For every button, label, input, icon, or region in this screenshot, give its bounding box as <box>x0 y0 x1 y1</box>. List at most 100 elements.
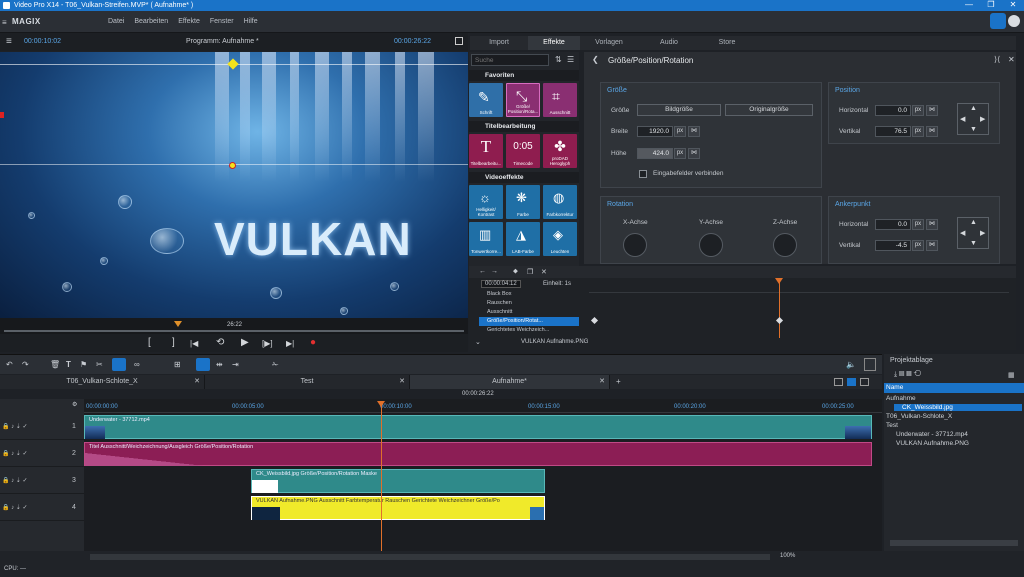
timeline-playhead[interactable] <box>381 404 382 551</box>
menu-bearbeiten[interactable]: Bearbeiten <box>134 18 168 25</box>
timeline-mode-icon[interactable] <box>847 378 856 386</box>
delete-icon[interactable]: 🗑 <box>50 360 60 369</box>
effect-tile-farbkorrektur[interactable]: ◍ Farbkorrektur <box>543 185 577 219</box>
kf-row-groesse-position[interactable]: Größe/Position/Rotat... <box>479 317 579 326</box>
mark-in-button[interactable]: [ <box>148 337 151 348</box>
timeline-scrollbar[interactable] <box>90 554 770 560</box>
pointer-tool-icon[interactable] <box>196 358 210 371</box>
effect-tile-timecode[interactable]: 0:05 Timecode <box>506 134 540 168</box>
menu-icon[interactable]: ≡ <box>2 18 7 27</box>
kf-row-weichzeichner[interactable]: Gerichtetes Weichzeich... <box>479 326 579 335</box>
anchor-v-field[interactable]: -4.5 <box>875 240 911 251</box>
close-tab-icon[interactable]: ✕ <box>194 375 200 389</box>
layout-icon[interactable] <box>834 378 843 386</box>
text-tool-icon[interactable]: T <box>66 360 71 369</box>
project-item-vulkan-png[interactable]: VULKAN Aufnahme.PNG <box>896 440 969 447</box>
handle-left[interactable] <box>0 112 4 118</box>
height-unit[interactable]: px <box>674 148 686 159</box>
anchor-arrows-icon[interactable]: ▲ ▼ ◀ ▶ <box>957 217 989 249</box>
effect-tile-titelbearbeitung[interactable]: T Titelbearbeitu... <box>469 134 503 168</box>
range-tool-icon[interactable]: ⇹ <box>216 360 223 369</box>
close-tab-icon[interactable]: ✕ <box>599 375 605 389</box>
hamburger-icon[interactable]: ≡ <box>6 36 12 47</box>
loop-button[interactable]: ⟲ <box>216 337 224 348</box>
anchor-v-unit[interactable]: px <box>912 240 924 251</box>
cut-icon[interactable]: ✂ <box>96 360 103 369</box>
project-item-test[interactable]: Test <box>886 422 898 429</box>
menu-fenster[interactable]: Fenster <box>210 18 234 25</box>
storyboard-icon[interactable] <box>860 378 869 386</box>
tab-aufnahme[interactable]: Aufnahme* ✕ <box>410 375 610 389</box>
tab-audio[interactable]: Audio <box>638 36 700 50</box>
filter-icon[interactable]: ⇅ <box>555 55 562 64</box>
snap-icon[interactable] <box>112 358 126 371</box>
anchor-h-field[interactable]: 0.0 <box>875 219 911 230</box>
effect-tile-lab-farbe[interactable]: ◮ LAB-Farbe <box>506 222 540 256</box>
settings-tool-button[interactable] <box>990 13 1006 29</box>
close-panel-icon[interactable]: ✕ <box>1008 55 1015 64</box>
keyframe-current[interactable] <box>775 316 784 325</box>
fullscreen-icon[interactable] <box>455 37 463 45</box>
track-options-icon[interactable]: ⚙ <box>72 401 77 408</box>
rotation-z-knob[interactable] <box>773 233 797 257</box>
prev-marker-button[interactable]: |◀ <box>190 339 198 348</box>
position-h-field[interactable]: 0.0 <box>875 105 911 116</box>
fill-size-button[interactable]: Bildgröße <box>637 104 721 116</box>
position-arrows-icon[interactable]: ▲ ▼ ◀ ▶ <box>957 103 989 135</box>
effect-tile-leuchten[interactable]: ◈ Leuchten <box>543 222 577 256</box>
tab-vorlagen[interactable]: Vorlagen <box>580 36 638 50</box>
anchor-handle[interactable] <box>229 162 236 169</box>
maximize-button[interactable]: ❐ <box>980 0 1002 11</box>
tab-test[interactable]: Test ✕ <box>205 375 410 389</box>
keyframe-start[interactable] <box>590 316 599 325</box>
group-titelbearbeitung[interactable]: Titelbearbeitung <box>469 121 579 132</box>
width-reset-icon[interactable]: ⋈ <box>688 126 700 137</box>
mark-out-button[interactable]: ] <box>172 337 175 348</box>
clip-vulkan-png[interactable]: VULKAN Aufnahme.PNG Ausschnitt Farbtempe… <box>251 496 545 520</box>
list-view-icon[interactable]: ☰ <box>567 55 574 64</box>
effect-tile-tonwert[interactable]: ▥ Tonwertkorre... <box>469 222 503 256</box>
add-tab-button[interactable]: + <box>616 377 621 386</box>
group-icon[interactable]: ⊞ <box>174 360 181 369</box>
preview-scrub-bar[interactable]: 26:22 <box>0 318 468 334</box>
position-h-unit[interactable]: px <box>912 105 924 116</box>
clip-title[interactable]: Titel Ausschnitt/Weichzeichnung/Ausgleic… <box>84 442 872 466</box>
kf-add-icon[interactable]: ⬥ <box>513 268 518 276</box>
effect-tile-heroglyph[interactable]: ✤ proDAD Heroglyph <box>543 134 577 168</box>
scrub-marker[interactable] <box>174 321 182 327</box>
project-item-t06[interactable]: T06_Vulkan-Schlote_X <box>886 413 952 420</box>
video-preview[interactable]: VULKAN <box>0 52 468 318</box>
original-size-button[interactable]: Originalgröße <box>725 104 813 116</box>
project-item-underwater[interactable]: Underwater - 37712.mp4 <box>896 431 968 438</box>
back-icon[interactable]: ❮ <box>592 55 599 64</box>
menu-datei[interactable]: Datei <box>108 18 124 25</box>
project-item-aufnahme[interactable]: Aufnahme <box>886 395 916 402</box>
import-icon[interactable]: ⤓ ▤ ▦ ⟲ <box>894 371 921 379</box>
kf-row-rauschen[interactable]: Rauschen <box>479 299 579 308</box>
tab-import[interactable]: Import <box>470 36 528 50</box>
height-field[interactable]: 424.0 <box>637 148 673 159</box>
kf-row-black-box[interactable]: Black Box <box>479 290 579 299</box>
clip-weissbild[interactable]: CK_Weissbild.jpg Größe/Position/Rotation… <box>251 469 545 493</box>
group-favoriten[interactable]: Favoriten <box>469 70 579 81</box>
track-header-2[interactable]: 🔒 ♪ ⇣ ✓ 2 <box>0 440 84 467</box>
redo-icon[interactable]: ↷ <box>22 360 29 369</box>
speaker-icon[interactable]: 🔈 <box>846 360 856 369</box>
kf-expand-icon[interactable]: ⌄ <box>475 338 481 346</box>
group-videoeffekte[interactable]: Videoeffekte <box>469 172 579 183</box>
width-field[interactable]: 1920.0 <box>637 126 673 137</box>
kf-prev-icon[interactable]: ← <box>479 268 486 275</box>
mixer-icon[interactable] <box>864 358 876 371</box>
trim-tool-icon[interactable]: ⇥ <box>232 360 239 369</box>
transform-handle-top[interactable] <box>227 58 239 70</box>
tab-t06-vulkan[interactable]: T06_Vulkan-Schlote_X ✕ <box>0 375 205 389</box>
track-header-3[interactable]: 🔒 ♪ ⇣ ✓ 3 <box>0 467 84 494</box>
rotation-x-knob[interactable] <box>623 233 647 257</box>
link-icon[interactable]: ∞ <box>134 360 140 369</box>
play-button[interactable]: ▶ <box>241 337 249 348</box>
grid-view-icon[interactable]: ▦ <box>1008 371 1015 379</box>
help-icon[interactable] <box>1008 15 1020 27</box>
anchor-h-reset-icon[interactable]: ⋈ <box>926 219 938 230</box>
zoom-level[interactable]: 100% <box>780 553 795 559</box>
kf-next-icon[interactable]: → <box>491 268 498 275</box>
